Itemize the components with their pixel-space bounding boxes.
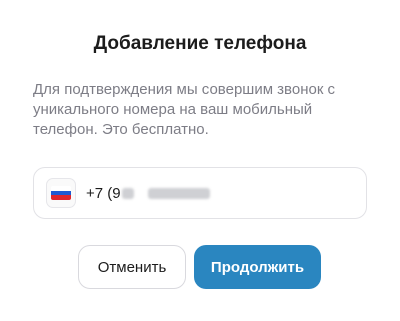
phone-number-value: +7 (9 xyxy=(86,185,210,202)
add-phone-dialog: Добавление телефона Для подтверждения мы… xyxy=(0,0,400,321)
dialog-description: Для подтверждения мы совершим звонок с у… xyxy=(33,81,336,138)
masked-digits xyxy=(147,187,210,199)
phone-input[interactable]: +7 (9 xyxy=(33,167,367,219)
dialog-title: Добавление телефона xyxy=(93,33,307,54)
russia-flag-icon xyxy=(51,186,71,200)
masked-digits xyxy=(121,187,134,199)
country-selector[interactable] xyxy=(46,178,76,208)
cancel-button[interactable]: Отменить xyxy=(78,245,186,289)
phone-prefix: +7 (9 xyxy=(86,184,121,202)
continue-button[interactable]: Продолжить xyxy=(194,245,321,289)
